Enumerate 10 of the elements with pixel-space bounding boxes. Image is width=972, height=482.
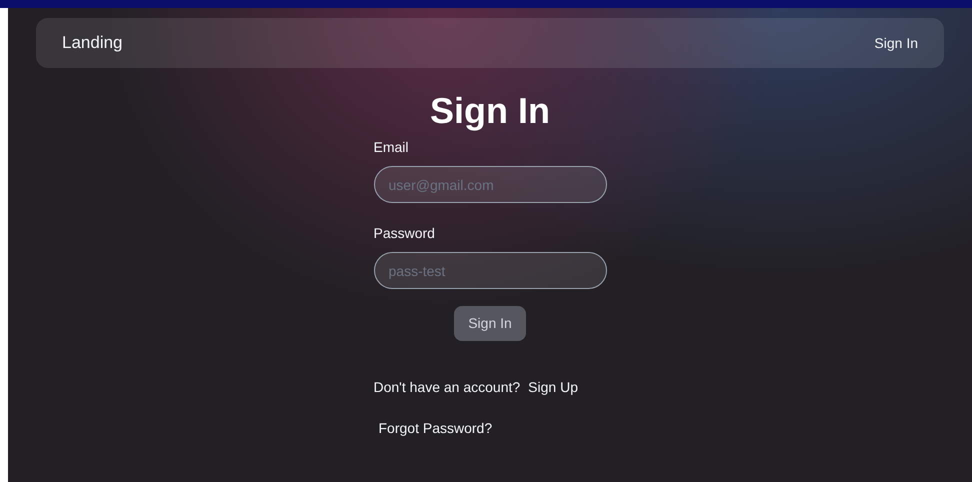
signup-prompt: Don't have an account? — [374, 378, 520, 397]
field-label: Password — [374, 224, 436, 243]
forgot-password-link[interactable]: Forgot Password? — [378, 418, 492, 439]
sign-up-link[interactable]: Sign Up — [528, 377, 578, 398]
field-label: Email — [374, 138, 410, 157]
brand-link[interactable]: Landing — [62, 30, 123, 56]
input-field[interactable]: pass-test — [374, 252, 606, 289]
input-field[interactable]: user@gmail.com — [374, 166, 606, 203]
page-title: Sign In — [430, 89, 550, 133]
nav-link[interactable]: Sign In — [874, 32, 918, 54]
